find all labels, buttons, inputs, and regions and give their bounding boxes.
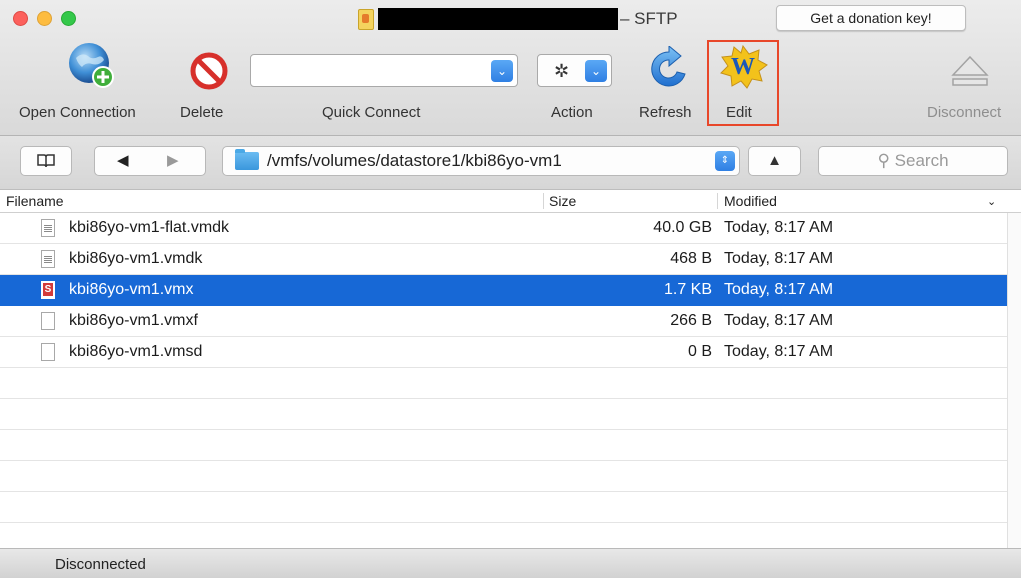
script-document-icon: [41, 281, 55, 299]
window-title: – SFTP: [358, 8, 678, 30]
file-modified: Today, 8:17 AM: [724, 219, 834, 236]
disconnect-label: Disconnect: [927, 104, 1002, 121]
column-header-modified[interactable]: Modified: [724, 193, 777, 209]
forward-button[interactable]: ▶: [167, 147, 179, 175]
status-bar: Disconnected: [0, 548, 1021, 578]
search-icon: ⚲: [877, 151, 890, 170]
search-field[interactable]: ⚲ Search: [818, 146, 1008, 176]
file-size: 266 B: [670, 312, 712, 329]
empty-row: [0, 368, 1007, 399]
file-name: kbi86yo-vm1.vmdk: [69, 250, 203, 267]
chevron-down-icon[interactable]: ⌄: [491, 60, 513, 82]
chevron-down-icon: ⌄: [585, 60, 607, 82]
table-row[interactable]: kbi86yo-vm1.vmdk 468 B Today, 8:17 AM: [0, 244, 1007, 275]
column-header-filename[interactable]: Filename: [6, 193, 64, 209]
open-connection-label: Open Connection: [19, 104, 136, 121]
refresh-label: Refresh: [639, 104, 692, 121]
file-name: kbi86yo-vm1.vmsd: [69, 343, 203, 360]
blank-document-icon: [41, 312, 55, 330]
up-down-arrows-icon: ⇕: [715, 151, 735, 171]
path-bar: ◀ ▶ /vmfs/volumes/datastore1/kbi86yo-vm1…: [0, 136, 1021, 190]
redacted-title: [378, 8, 618, 30]
table-row[interactable]: kbi86yo-vm1-flat.vmdk 40.0 GB Today, 8:17 …: [0, 213, 1007, 244]
path-text: /vmfs/volumes/datastore1/kbi86yo-vm1: [267, 151, 562, 170]
book-icon: [37, 154, 55, 168]
window-controls: [13, 11, 76, 26]
path-selector[interactable]: /vmfs/volumes/datastore1/kbi86yo-vm1 ⇕: [222, 146, 740, 176]
refresh-button[interactable]: [646, 46, 692, 92]
action-label: Action: [551, 104, 593, 121]
empty-row: [0, 492, 1007, 523]
empty-row: [0, 430, 1007, 461]
column-divider: [543, 193, 544, 209]
file-size: 468 B: [670, 250, 712, 267]
delete-button[interactable]: [190, 52, 228, 90]
file-list: kbi86yo-vm1-flat.vmdk 40.0 GB Today, 8:17 …: [0, 213, 1007, 554]
vertical-scrollbar[interactable]: [1007, 213, 1021, 548]
prohibited-icon: [190, 52, 228, 90]
disconnect-button[interactable]: [950, 54, 990, 88]
quick-connect-combobox[interactable]: ⌄: [250, 54, 518, 87]
edit-highlight-box: [707, 40, 779, 126]
file-modified: Today, 8:17 AM: [724, 343, 834, 360]
column-divider: [717, 193, 718, 209]
action-menu-button[interactable]: ✲ ⌄: [537, 54, 612, 87]
minimize-window-button[interactable]: [37, 11, 52, 26]
file-modified: Today, 8:17 AM: [724, 281, 834, 298]
file-name: kbi86yo-vm1-flat.vmdk: [69, 219, 230, 236]
file-size: 0 B: [687, 343, 712, 360]
empty-row: [0, 399, 1007, 430]
donation-key-button[interactable]: Get a donation key!: [776, 5, 966, 31]
open-connection-button[interactable]: [66, 40, 116, 90]
empty-row: [0, 461, 1007, 492]
parent-directory-button[interactable]: ▲: [748, 146, 801, 176]
file-modified: Today, 8:17 AM: [724, 250, 834, 267]
file-name: kbi86yo-vm1.vmx: [69, 281, 194, 298]
file-name: kbi86yo-vm1.vmxf: [69, 312, 198, 329]
folder-icon: [235, 149, 259, 170]
delete-label: Delete: [180, 104, 224, 121]
chevron-down-icon[interactable]: ⌄: [987, 195, 996, 208]
window-title-suffix: – SFTP: [620, 9, 678, 28]
window-toolbar: – SFTP Get a donation key! Open Connecti…: [0, 0, 1021, 136]
back-button[interactable]: ◀: [117, 147, 129, 175]
globe-add-icon: [69, 43, 114, 88]
bookmarks-button[interactable]: [20, 146, 72, 176]
file-table-header: Filename Size Modified ⌄: [0, 190, 1021, 213]
table-row[interactable]: kbi86yo-vm1.vmx 1.7 KB Today, 8:17 AM: [0, 275, 1007, 306]
navigation-segment: ◀ ▶: [94, 146, 206, 176]
file-modified: Today, 8:17 AM: [724, 312, 834, 329]
blank-document-icon: [41, 343, 55, 361]
quick-connect-label: Quick Connect: [322, 104, 421, 121]
eject-icon: [951, 55, 989, 86]
file-size: 1.7 KB: [663, 281, 712, 298]
zoom-window-button[interactable]: [61, 11, 76, 26]
search-placeholder: Search: [894, 151, 949, 170]
table-row[interactable]: kbi86yo-vm1.vmxf 266 B Today, 8:17 AM: [0, 306, 1007, 337]
column-header-size[interactable]: Size: [549, 193, 576, 209]
file-size: 40.0 GB: [653, 219, 712, 236]
document-proxy-icon: [358, 8, 374, 30]
close-window-button[interactable]: [13, 11, 28, 26]
refresh-icon: [651, 46, 686, 87]
table-row[interactable]: kbi86yo-vm1.vmsd 0 B Today, 8:17 AM: [0, 337, 1007, 368]
status-text: Disconnected: [55, 556, 146, 573]
text-document-icon: [41, 250, 55, 268]
gear-icon: ✲: [554, 61, 570, 81]
text-document-icon: [41, 219, 55, 237]
